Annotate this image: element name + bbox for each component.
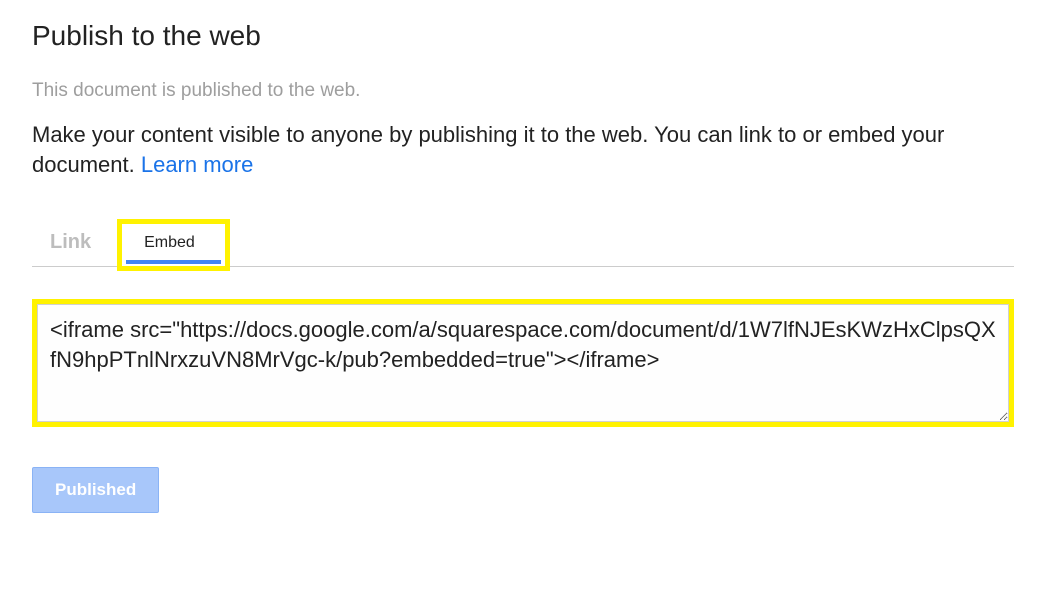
learn-more-link[interactable]: Learn more	[141, 152, 254, 177]
tabs-row: Link Embed	[32, 219, 1014, 267]
published-button[interactable]: Published	[32, 467, 159, 513]
dialog-title: Publish to the web	[32, 20, 1014, 52]
embed-code-highlight	[32, 299, 1014, 427]
publish-status-text: This document is published to the web.	[32, 80, 1014, 102]
tab-embed[interactable]: Embed	[126, 230, 221, 264]
tab-embed-highlight: Embed	[117, 219, 230, 271]
description-text: Make your content visible to anyone by p…	[32, 120, 1014, 179]
tab-link[interactable]: Link	[32, 221, 117, 266]
embed-code-textarea[interactable]	[37, 304, 1009, 422]
